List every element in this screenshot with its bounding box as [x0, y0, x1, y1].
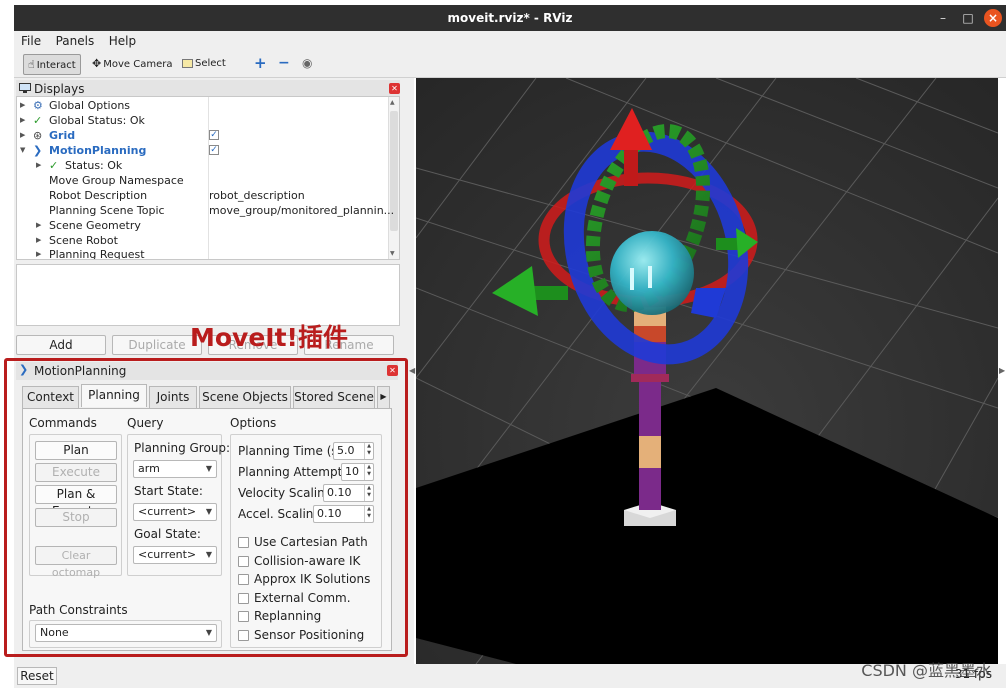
checkmark-icon: ✓ — [33, 114, 43, 127]
displays-tree: ▲ ▼ ▶ ⚙ Global Options ▶ ✓ Global Status… — [16, 96, 400, 260]
tree-label: Scene Robot — [49, 234, 118, 247]
hand-pointer-icon: ☝ — [28, 58, 35, 71]
tree-row-scene-geometry[interactable]: ▶ Scene Geometry — [17, 218, 387, 233]
expand-arrow-icon[interactable]: ▶ — [36, 247, 41, 259]
tree-label: Planning Request — [49, 248, 145, 260]
translate-arrow-z[interactable] — [624, 146, 638, 186]
close-button[interactable]: × — [984, 9, 1002, 27]
expand-arrow-icon[interactable]: ▶ — [20, 128, 25, 143]
move-camera-label: Move Camera — [103, 59, 173, 70]
property-description-box — [16, 264, 400, 326]
checkmark-icon: ✓ — [49, 159, 59, 172]
remove-tool-icon[interactable]: − — [274, 54, 294, 75]
tree-value[interactable]: move_group/monitored_plannin... — [209, 203, 394, 218]
select-button[interactable]: Select — [178, 54, 230, 75]
interact-label: Interact — [36, 60, 76, 71]
move-camera-icon: ✥ — [92, 57, 102, 70]
minimize-button[interactable]: – — [932, 7, 954, 29]
tree-row-scene-robot[interactable]: ▶ Scene Robot — [17, 233, 387, 248]
tree-scrollbar[interactable]: ▲ ▼ — [388, 97, 399, 259]
scene-render[interactable] — [416, 78, 998, 664]
duplicate-display-button[interactable]: Duplicate — [112, 335, 202, 355]
tree-label: Status: Ok — [65, 159, 123, 172]
grid-enabled-checkbox[interactable]: ✓ — [209, 130, 219, 140]
plugin-highlight-frame — [4, 358, 408, 657]
displays-close-icon[interactable]: ✕ — [389, 83, 400, 94]
eye-icon[interactable]: ◉ — [298, 54, 316, 75]
collapse-arrow-icon[interactable]: ▼ — [20, 143, 25, 158]
3d-viewport[interactable] — [416, 78, 998, 664]
interact-button[interactable]: ☝ Interact — [23, 54, 81, 75]
tree-row-status[interactable]: ▶ ✓ Status: Ok — [17, 158, 387, 173]
tree-row-move-group-namespace[interactable]: Move Group Namespace — [17, 173, 387, 188]
grid-icon: ⊛ — [33, 129, 43, 142]
watermark: CSDN @蓝黑墨水 — [861, 661, 992, 680]
tree-row-grid[interactable]: ▶ ⊛ Grid ✓ — [17, 128, 387, 143]
robot-link — [639, 378, 661, 436]
tree-label: Global Status: Ok — [49, 114, 145, 127]
tree-label: Grid — [49, 129, 76, 142]
menu-file[interactable]: File — [14, 31, 45, 48]
tree-label: Global Options — [49, 99, 131, 112]
expand-arrow-icon[interactable]: ▶ — [20, 98, 25, 113]
tree-row-global-options[interactable]: ▶ ⚙ Global Options — [17, 98, 387, 113]
gripper-finger — [630, 268, 634, 290]
maximize-button[interactable]: □ — [957, 7, 979, 29]
title-bar: moveit.rviz* - RViz – □ × — [14, 5, 1006, 31]
reset-button[interactable]: Reset — [17, 667, 57, 685]
menu-panels[interactable]: Panels — [49, 31, 99, 48]
gear-icon: ⚙ — [33, 99, 43, 112]
motionplanning-enabled-checkbox[interactable]: ✓ — [209, 145, 219, 155]
translate-arrow-y2[interactable] — [716, 238, 738, 250]
robot-link — [639, 468, 661, 510]
tree-row-robot-description[interactable]: Robot Description robot_description — [17, 188, 387, 203]
tree-value[interactable]: robot_description — [209, 188, 305, 203]
expand-arrow-icon[interactable]: ▶ — [36, 233, 41, 248]
expand-arrow-icon[interactable]: ▶ — [36, 158, 41, 173]
move-camera-button[interactable]: ✥ Move Camera — [88, 54, 176, 75]
expand-arrow-icon[interactable]: ▶ — [20, 113, 25, 128]
expand-arrow-icon[interactable]: ▶ — [36, 218, 41, 233]
tree-row-planning-scene-topic[interactable]: Planning Scene Topic move_group/monitore… — [17, 203, 394, 218]
motionplanning-icon: ❯ — [33, 144, 43, 157]
displays-title: Displays — [34, 82, 85, 96]
status-bar: Reset 31 fps — [14, 664, 1006, 688]
collapse-left-icon[interactable]: ◀ — [409, 366, 415, 375]
robot-link — [639, 436, 661, 468]
add-tool-icon[interactable]: + — [250, 54, 271, 75]
select-box-icon — [182, 58, 193, 68]
tree-label: Move Group Namespace — [49, 174, 184, 187]
tree-label: MotionPlanning — [49, 144, 147, 157]
gripper-finger — [648, 266, 652, 288]
select-label: Select — [195, 58, 226, 69]
menu-help[interactable]: Help — [102, 31, 140, 48]
menu-bar: File Panels Help — [14, 31, 1006, 51]
add-display-button[interactable]: Add — [16, 335, 106, 355]
tree-row-motionplanning[interactable]: ▼ ❯ MotionPlanning ✓ — [17, 143, 387, 158]
tree-label: Robot Description — [49, 189, 148, 202]
collapse-right-icon[interactable]: ▶ — [999, 366, 1005, 375]
toolbar: ☝ Interact ✥ Move Camera Select + − ◉ — [14, 51, 1006, 78]
tree-label: Scene Geometry — [49, 219, 141, 232]
window-title: moveit.rviz* - RViz — [447, 11, 573, 25]
robot-joint — [631, 374, 669, 382]
tree-row-global-status[interactable]: ▶ ✓ Global Status: Ok — [17, 113, 387, 128]
monitor-icon — [19, 83, 31, 93]
plugin-annotation: MoveIt!插件 — [190, 323, 348, 352]
tree-row-planning-request[interactable]: ▶ Planning Request — [17, 247, 387, 260]
tree-label: Planning Scene Topic — [49, 204, 165, 217]
